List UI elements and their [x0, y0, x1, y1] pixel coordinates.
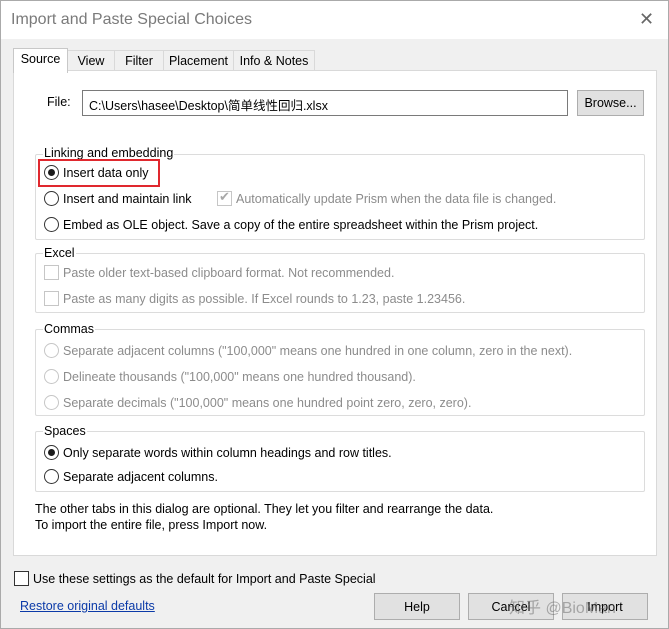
embed-ole-radio[interactable]	[44, 217, 59, 232]
linking-group-title: Linking and embedding	[43, 146, 175, 160]
file-label: File:	[47, 95, 71, 109]
auto-update-label: Automatically update Prism when the data…	[236, 192, 557, 206]
separate-adjacent-label: Separate adjacent columns.	[63, 470, 218, 484]
use-default-label: Use these settings as the default for Im…	[33, 572, 376, 586]
watermark: 知乎 @BioMan	[509, 600, 616, 617]
separate-columns-label: Separate adjacent columns ("100,000" mea…	[63, 344, 573, 358]
import-paste-dialog: Import and Paste Special Choices ✕ Sourc…	[0, 0, 669, 629]
checkmark-icon: ✔	[219, 189, 230, 204]
dialog-title: Import and Paste Special Choices	[11, 11, 253, 28]
separate-decimals-radio[interactable]	[44, 395, 59, 410]
restore-defaults-link[interactable]: Restore original defaults	[20, 599, 155, 613]
help-button[interactable]: Help	[374, 593, 460, 620]
auto-update-checkbox[interactable]: ✔	[217, 189, 232, 206]
tab-source[interactable]: Source	[13, 48, 68, 73]
tab-filter[interactable]: Filter	[114, 50, 164, 71]
paste-digits-label: Paste as many digits as possible. If Exc…	[63, 292, 466, 306]
separate-decimals-label: Separate decimals ("100,000" means one h…	[63, 396, 472, 410]
spaces-group-title: Spaces	[43, 424, 87, 438]
paste-digits-checkbox[interactable]	[44, 291, 59, 306]
use-default-checkbox[interactable]	[14, 571, 29, 586]
only-separate-words-label: Only separate words within column headin…	[63, 446, 392, 460]
file-path-field[interactable]: C:\Users\hasee\Desktop\简单线性回归.xlsx	[82, 90, 568, 116]
paste-older-label: Paste older text-based clipboard format.…	[63, 266, 395, 280]
insert-maintain-link-radio[interactable]	[44, 191, 59, 206]
tab-placement[interactable]: Placement	[163, 50, 234, 71]
note-line-1: The other tabs in this dialog are option…	[35, 502, 494, 516]
excel-group-title: Excel	[43, 246, 76, 260]
title-bar: Import and Paste Special Choices ✕	[1, 1, 668, 39]
separate-adjacent-radio[interactable]	[44, 469, 59, 484]
separate-columns-radio[interactable]	[44, 343, 59, 358]
embed-ole-label: Embed as OLE object. Save a copy of the …	[63, 218, 539, 232]
delineate-thousands-radio[interactable]	[44, 369, 59, 384]
close-icon[interactable]: ✕	[639, 10, 654, 28]
paste-older-checkbox[interactable]	[44, 265, 59, 280]
only-separate-words-radio[interactable]	[44, 445, 59, 460]
highlight-box	[38, 159, 160, 187]
commas-group-title: Commas	[43, 322, 96, 336]
note-line-2: To import the entire file, press Import …	[35, 518, 268, 532]
delineate-thousands-label: Delineate thousands ("100,000" means one…	[63, 370, 416, 384]
browse-button[interactable]: Browse...	[577, 90, 644, 116]
tab-info-notes[interactable]: Info & Notes	[233, 50, 315, 71]
insert-maintain-link-label: Insert and maintain link	[63, 192, 192, 206]
tab-view[interactable]: View	[67, 50, 115, 71]
